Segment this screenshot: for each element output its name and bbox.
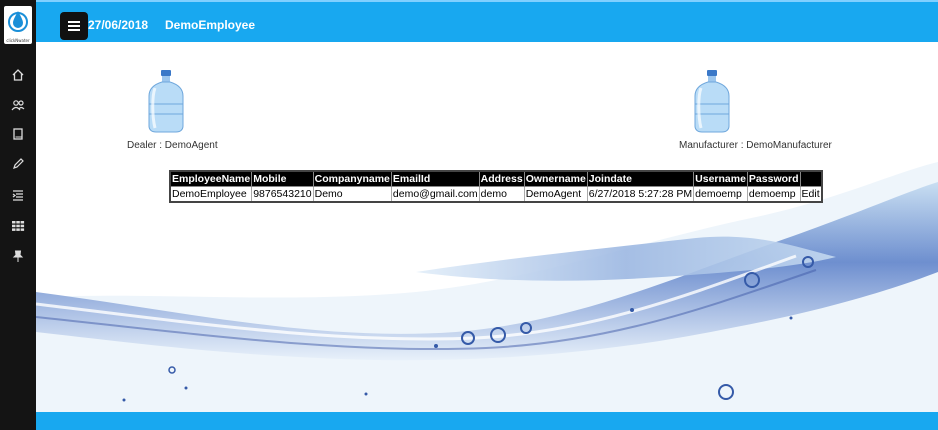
column-header-password: Password bbox=[746, 170, 801, 187]
logo[interactable]: clickNwater bbox=[4, 6, 32, 44]
manufacturer-water-bottle-image bbox=[694, 70, 730, 133]
cell-employeename: DemoEmployee bbox=[169, 186, 253, 203]
users-icon[interactable] bbox=[10, 97, 26, 113]
column-header-companyname: Companyname bbox=[312, 170, 392, 187]
pin-icon[interactable] bbox=[10, 248, 26, 264]
cell-password: demoemp bbox=[746, 186, 801, 203]
grid-icon[interactable] bbox=[10, 218, 26, 234]
edit-link[interactable]: Edit bbox=[799, 186, 823, 203]
cell-address: demo bbox=[478, 186, 525, 203]
cell-emailid: demo@gmail.com bbox=[390, 186, 480, 203]
column-header-action bbox=[799, 170, 823, 187]
dealer-water-bottle-image bbox=[148, 70, 184, 133]
sidebar: clickNwater bbox=[0, 0, 36, 430]
table-header-row: EmployeeName Mobile Companyname EmailId … bbox=[169, 170, 823, 187]
cell-companyname: Demo bbox=[312, 186, 392, 203]
logo-text: clickNwater bbox=[6, 38, 30, 43]
column-header-ownername: Ownername bbox=[523, 170, 588, 187]
column-header-username: Username bbox=[693, 170, 748, 187]
menu-toggle-button[interactable] bbox=[60, 12, 88, 40]
cell-ownername: DemoAgent bbox=[523, 186, 588, 203]
top-accent-line bbox=[36, 0, 938, 2]
column-header-joindate: Joindate bbox=[586, 170, 695, 187]
manufacturer-label: Manufacturer : DemoManufacturer bbox=[679, 140, 832, 151]
column-header-employeename: EmployeeName bbox=[169, 170, 253, 187]
cell-username: demoemp bbox=[693, 186, 748, 203]
pencil-icon[interactable] bbox=[10, 156, 26, 172]
main-content: Dealer : DemoAgent Manufacturer : DemoMa… bbox=[36, 42, 938, 412]
employee-table: EmployeeName Mobile Companyname EmailId … bbox=[169, 170, 823, 203]
list-indent-icon[interactable] bbox=[10, 187, 26, 203]
header-username: DemoEmployee bbox=[165, 18, 256, 32]
cell-joindate: 6/27/2018 5:27:28 PM bbox=[586, 186, 695, 203]
footer-bar bbox=[36, 412, 938, 430]
column-header-emailid: EmailId bbox=[390, 170, 480, 187]
water-drop-icon bbox=[8, 11, 28, 32]
header-date: 27/06/2018 bbox=[88, 18, 149, 32]
book-icon[interactable] bbox=[10, 126, 26, 142]
hamburger-menu-icon bbox=[68, 21, 80, 31]
column-header-mobile: Mobile bbox=[251, 170, 314, 187]
dealer-label: Dealer : DemoAgent bbox=[127, 140, 218, 151]
table-row: DemoEmployee 9876543210 Demo demo@gmail.… bbox=[169, 186, 823, 203]
cell-mobile: 9876543210 bbox=[251, 186, 314, 203]
home-icon[interactable] bbox=[10, 67, 26, 83]
column-header-address: Address bbox=[478, 170, 525, 187]
